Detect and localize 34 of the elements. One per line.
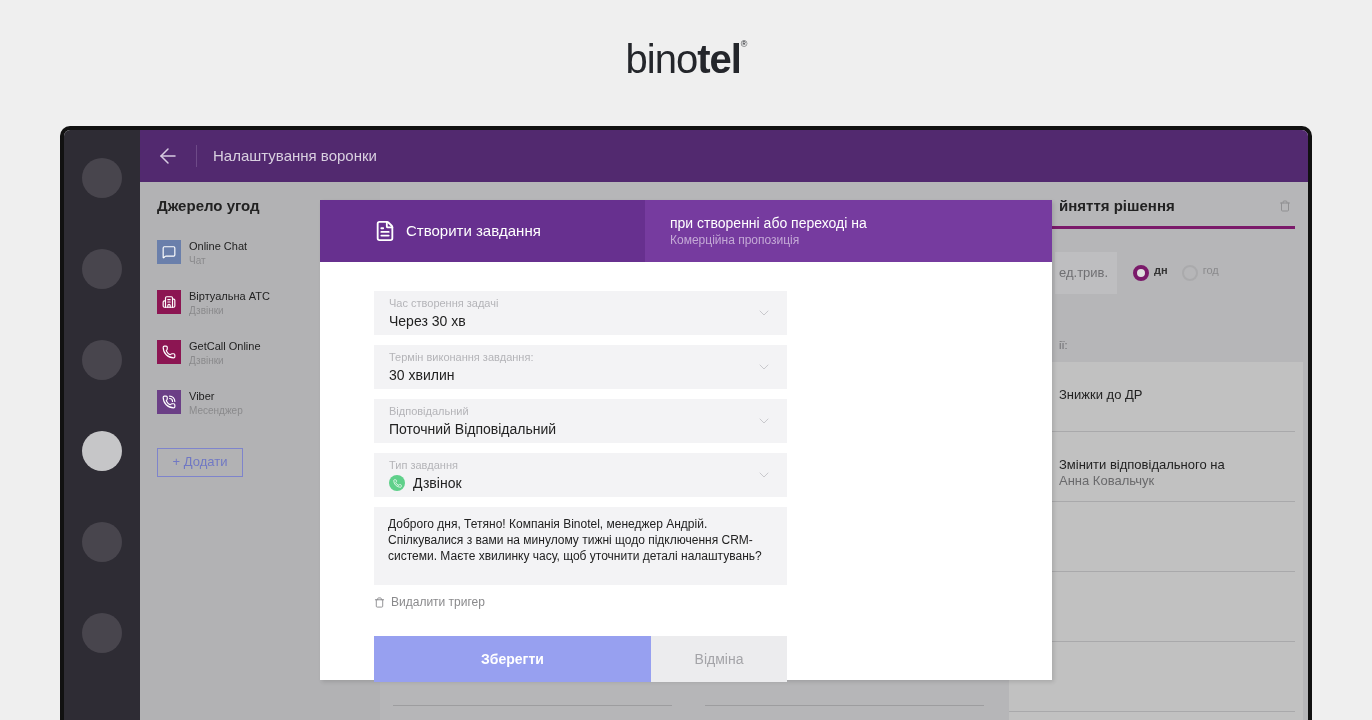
select-field[interactable]: Термін виконання завдання: 30 хвилин: [374, 345, 787, 389]
dialog-title: Створити завдання: [406, 220, 541, 241]
logo: binotel$^{®}$: [625, 36, 747, 83]
field-label: Тип завдання: [389, 458, 459, 472]
action-title: Знижки до ДР: [1059, 386, 1144, 403]
field-label: Термін виконання завдання:: [389, 350, 534, 364]
field-label: Час створення задачі: [389, 296, 499, 310]
column-title: йняття рішення: [1059, 196, 1175, 216]
message-field[interactable]: Доброго дня, Тетяно! Компанія Binotel, менеджер Андрій. Спілкувалися з вами на минулому тижні щодо підключення CRM-системи. Маєте хвилинку часу, щоб уточнити деталі налаштувань?: [374, 507, 787, 585]
source-name: Online Chat: [189, 239, 248, 253]
action-subtitle: Анна Ковальчук: [1059, 472, 1156, 489]
panel-title: Джерело угод: [157, 196, 261, 216]
delete-trigger-link[interactable]: Видалити тригер: [391, 593, 485, 611]
select-field[interactable]: Час створення задачі Через 30 хв: [374, 291, 787, 335]
action-title: Змінити відповідального на: [1059, 456, 1226, 473]
field-value: Через 30 хв: [389, 312, 466, 330]
page-title: Налаштування воронки: [213, 145, 377, 166]
radio-option[interactable]: дн: [1133, 264, 1168, 281]
field-value: 30 хвилин: [389, 366, 455, 384]
trigger-text: при створенні або переході на: [670, 214, 868, 232]
select-field[interactable]: Відповідальний Поточний Відповідальний: [374, 399, 787, 443]
field-label: Відповідальний: [389, 404, 470, 418]
trash-icon[interactable]: [374, 596, 385, 608]
rail-item[interactable]: [82, 431, 122, 471]
field-value: Дзвінок: [413, 474, 462, 492]
phone-icon: [389, 475, 405, 491]
field-value: Поточний Відповідальний: [389, 420, 557, 438]
document-icon: [374, 220, 396, 242]
source-name: Viber: [189, 389, 216, 403]
source-name: Віртуальна АТС: [189, 289, 270, 303]
source-name: GetCall Online: [189, 339, 261, 353]
trigger-stage: Комерційна пропозиція: [670, 232, 801, 248]
trash-icon[interactable]: [1279, 200, 1291, 213]
select-field[interactable]: Тип завдання Дзвінок: [374, 453, 787, 497]
